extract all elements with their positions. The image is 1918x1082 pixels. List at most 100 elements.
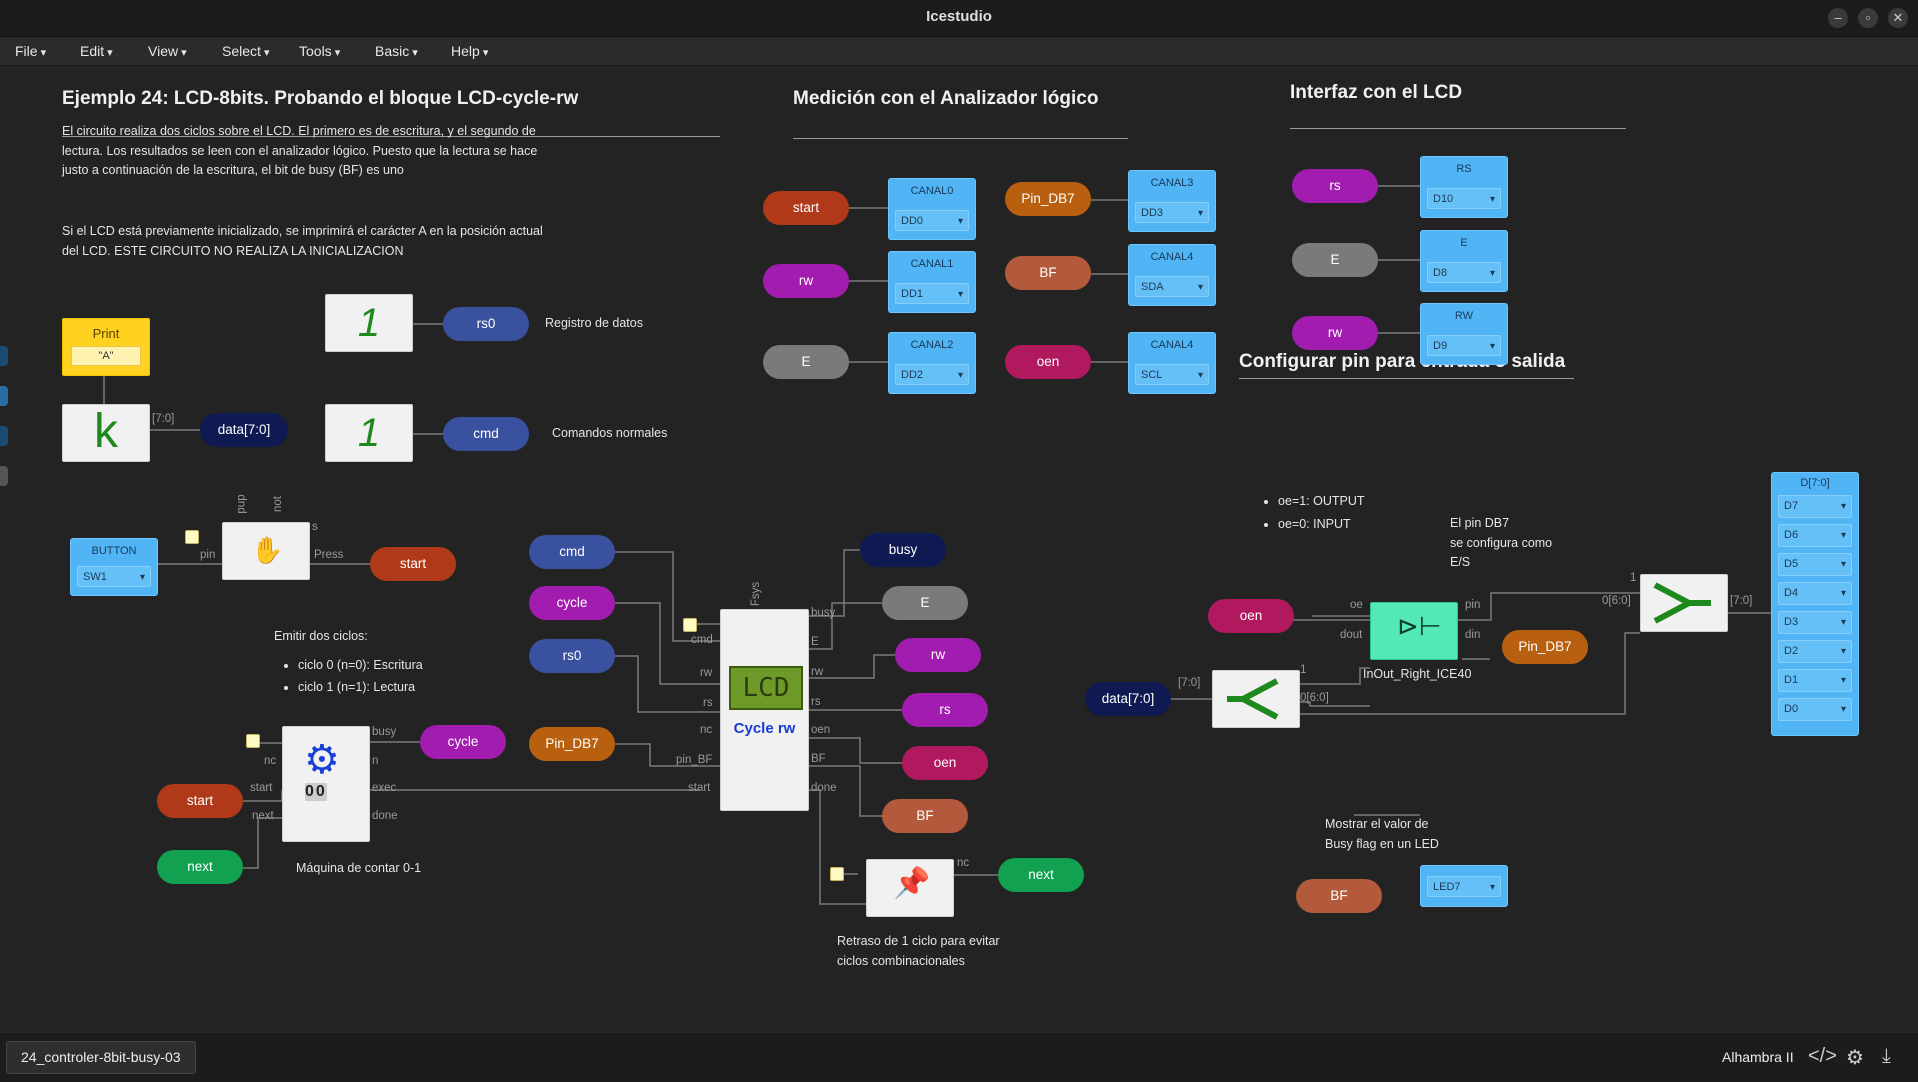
design-canvas[interactable]: Ejemplo 24: LCD-8bits. Probando el bloqu… (0, 66, 1918, 1034)
download-icon[interactable]: ⤓ (1882, 1045, 1891, 1068)
label-cmd-in[interactable]: cmd (529, 535, 615, 569)
io-bus-item[interactable]: D7 ▾ (1778, 495, 1852, 518)
label-pindb7-in[interactable]: Pin_DB7 (529, 727, 615, 761)
label-next-in[interactable]: next (157, 850, 243, 884)
label-rs0-in[interactable]: rs0 (529, 639, 615, 673)
label-start-out[interactable]: start (370, 547, 456, 581)
io-rw[interactable]: RW D9 (1420, 303, 1508, 365)
close-icon[interactable]: ✕ (1888, 8, 1908, 28)
label-e-out[interactable]: E (882, 586, 968, 620)
label-e-lcd[interactable]: E (1292, 243, 1378, 277)
inout-block[interactable]: ⊳⊢ (1370, 602, 1458, 660)
label-busy-out[interactable]: busy (860, 533, 946, 567)
menu-file[interactable]: File (15, 43, 46, 59)
label-rs0-top[interactable]: rs0 (443, 307, 529, 341)
label-bf-out[interactable]: BF (882, 799, 968, 833)
board-name[interactable]: Alhambra II (1722, 1049, 1794, 1065)
file-tab[interactable]: 24_controler-8bit-busy-03 (6, 1041, 196, 1074)
label-start-an[interactable]: start (763, 191, 849, 225)
lcd-cycle-rw-block[interactable]: LCD Cycle rw (720, 609, 809, 811)
io-canal2-select[interactable]: DD2 (895, 364, 969, 386)
io-bus-item[interactable]: D2 ▾ (1778, 640, 1852, 663)
label-rs-out[interactable]: rs (902, 693, 988, 727)
label-data70-pin[interactable]: data[7:0] (1085, 682, 1171, 716)
menu-select[interactable]: Select (222, 43, 270, 59)
io-bus-item[interactable]: D4 ▾ (1778, 582, 1852, 605)
label-cmd-top[interactable]: cmd (443, 417, 529, 451)
label-cycle-in[interactable]: cycle (529, 586, 615, 620)
bus-split-block[interactable] (1212, 670, 1300, 728)
label-oen-an[interactable]: oen (1005, 345, 1091, 379)
clock-input-delay[interactable] (830, 867, 844, 881)
maximize-icon[interactable]: ▫ (1858, 8, 1878, 28)
code-icon[interactable]: </> (1808, 1045, 1837, 1068)
io-led[interactable]: LED7 (1420, 865, 1508, 907)
io-rw-select[interactable]: D9 (1427, 335, 1501, 357)
label-start-in[interactable]: start (157, 784, 243, 818)
io-canal4-scl[interactable]: CANAL4 SCL (1128, 332, 1216, 394)
label-bf-led[interactable]: BF (1296, 879, 1382, 913)
label-oen-pin[interactable]: oen (1208, 599, 1294, 633)
io-canal2[interactable]: CANAL2 DD2 (888, 332, 976, 394)
menu-help[interactable]: Help (451, 43, 488, 59)
print-block[interactable]: Print "A" (62, 318, 150, 376)
io-canal4a-select[interactable]: SDA (1135, 276, 1209, 298)
io-rs-select[interactable]: D10 (1427, 188, 1501, 210)
io-bus-item[interactable]: D1 ▾ (1778, 669, 1852, 692)
io-e[interactable]: E D8 (1420, 230, 1508, 292)
button-debounce-block[interactable]: ✋ (222, 522, 310, 580)
minimize-icon[interactable]: – (1828, 8, 1848, 28)
io-canal1-select[interactable]: DD1 (895, 283, 969, 305)
clock-input-counter[interactable] (246, 734, 260, 748)
label-data70[interactable]: data[7:0] (200, 413, 288, 447)
io-bus-item[interactable]: D0 ▾ (1778, 698, 1852, 721)
side-strip-4[interactable] (0, 466, 8, 486)
note-oe1: oe=1: OUTPUT (1278, 490, 1365, 513)
io-canal3-select[interactable]: DD3 (1135, 202, 1209, 224)
io-button-select[interactable]: SW1 (77, 566, 151, 588)
io-canal3[interactable]: CANAL3 DD3 (1128, 170, 1216, 232)
label-e-an[interactable]: E (763, 345, 849, 379)
io-canal0[interactable]: CANAL0 DD0 (888, 178, 976, 240)
io-canal4b-select[interactable]: SCL (1135, 364, 1209, 386)
label-rw-out[interactable]: rw (895, 638, 981, 672)
label-rs-lcd[interactable]: rs (1292, 169, 1378, 203)
io-e-select[interactable]: D8 (1427, 262, 1501, 284)
menu-tools[interactable]: Tools (299, 43, 340, 59)
gear-icon[interactable]: ⚙ (1846, 1045, 1864, 1070)
const-block-cmd[interactable]: 1 (325, 404, 413, 462)
io-led-select[interactable]: LED7 (1427, 876, 1501, 898)
io-bus-item[interactable]: D6 ▾ (1778, 524, 1852, 547)
io-rs[interactable]: RS D10 (1420, 156, 1508, 218)
print-value[interactable]: "A" (71, 346, 141, 366)
label-bf-an[interactable]: BF (1005, 256, 1091, 290)
io-bus-d70[interactable]: D[7:0] D7 ▾ D6 ▾ D5 ▾ D4 ▾ D3 ▾ D2 ▾ D1 ▾ D0 ▾ (1771, 472, 1859, 736)
label-pindb7-pin[interactable]: Pin_DB7 (1502, 630, 1588, 664)
io-bus-item[interactable]: D3 ▾ (1778, 611, 1852, 634)
menu-edit[interactable]: Edit (80, 43, 113, 59)
side-strip-1[interactable] (0, 346, 8, 366)
label-next-out[interactable]: next (998, 858, 1084, 892)
label-rw-lcd[interactable]: rw (1292, 316, 1378, 350)
io-canal0-select[interactable]: DD0 (895, 210, 969, 232)
io-canal4-sda[interactable]: CANAL4 SDA (1128, 244, 1216, 306)
const-block-rs0[interactable]: 1 (325, 294, 413, 352)
clock-input-button[interactable] (185, 530, 199, 544)
menu-basic[interactable]: Basic (375, 43, 418, 59)
menu-view[interactable]: View (148, 43, 187, 59)
side-strip-3[interactable] (0, 426, 8, 446)
side-strip-2[interactable] (0, 386, 8, 406)
io-bus-item[interactable]: D5 ▾ (1778, 553, 1852, 576)
counter-block[interactable]: ⚙ 00 (282, 726, 370, 842)
label-cycle-out[interactable]: cycle (420, 725, 506, 759)
label-rw-an[interactable]: rw (763, 264, 849, 298)
io-canal1[interactable]: CANAL1 DD1 (888, 251, 976, 313)
bus-join-block[interactable] (1640, 574, 1728, 632)
delay-block[interactable]: 📌 (866, 859, 954, 917)
split-icon (1227, 678, 1279, 720)
k-constant-block[interactable]: k (62, 404, 150, 462)
label-pindb7-an[interactable]: Pin_DB7 (1005, 182, 1091, 216)
clock-input-lcd[interactable] (683, 618, 697, 632)
label-oen-out[interactable]: oen (902, 746, 988, 780)
io-button[interactable]: BUTTON SW1 (70, 538, 158, 596)
